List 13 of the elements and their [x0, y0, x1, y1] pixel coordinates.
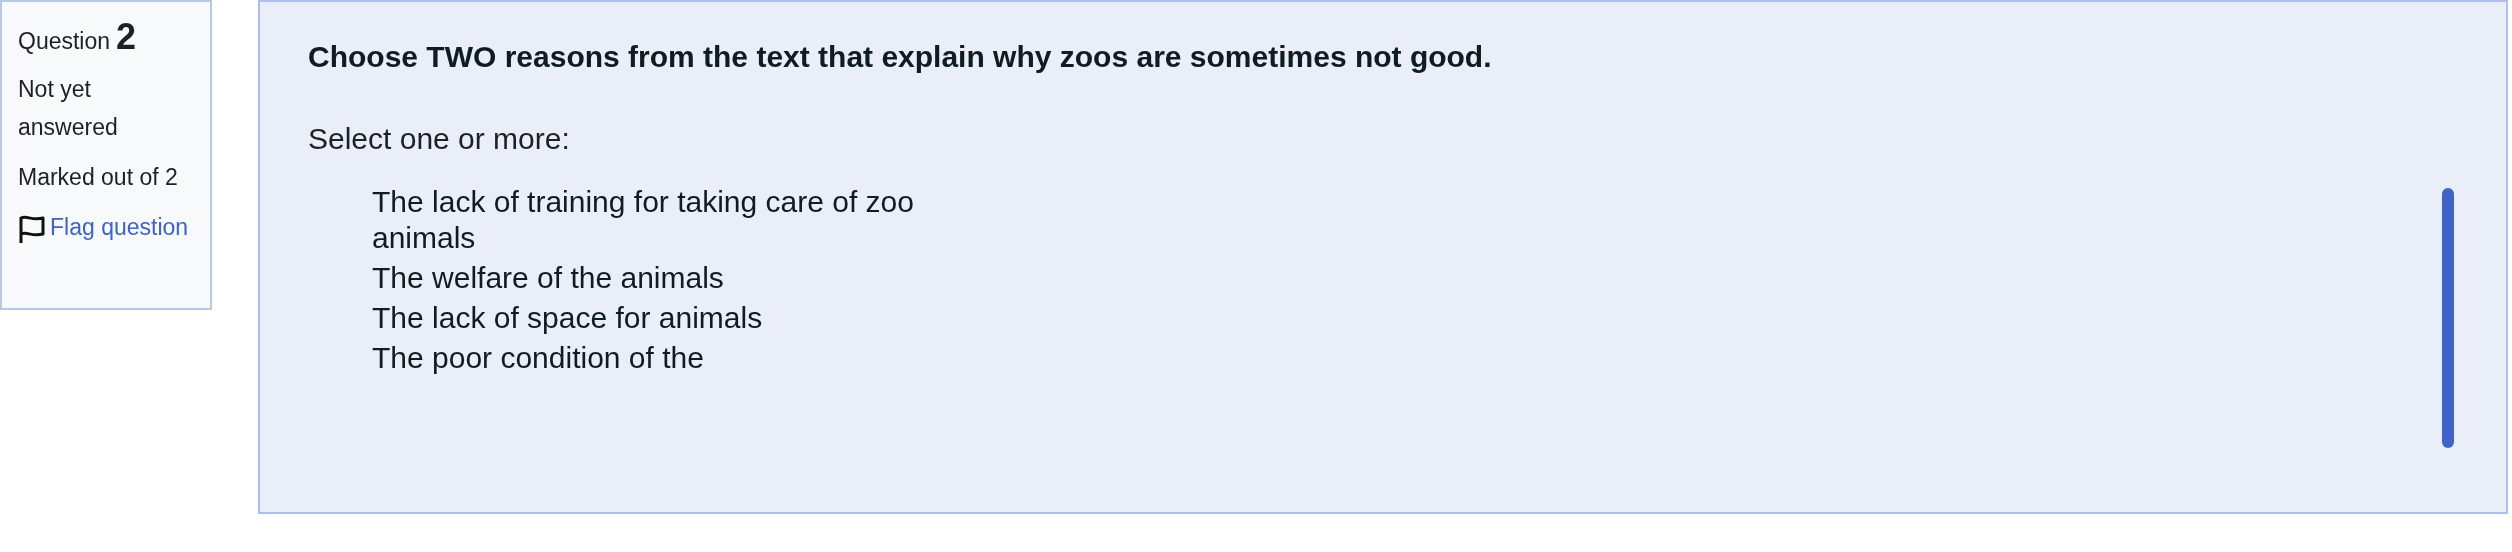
question-marks: Marked out of 2: [18, 163, 179, 192]
flag-icon[interactable]: [18, 214, 46, 244]
answer-option[interactable]: The lack of training for taking care of zoo animals: [372, 184, 992, 256]
flag-question-link[interactable]: Flag question: [50, 208, 189, 246]
answer-option[interactable]: The welfare of the animals: [372, 260, 992, 296]
question-status: Not yet answered: [18, 75, 119, 142]
answer-option[interactable]: The poor condition of the: [372, 340, 992, 376]
answer-option[interactable]: The lack of space for animals: [372, 300, 992, 336]
question-label: Question: [18, 28, 111, 55]
answer-instruction: Select one or more:: [308, 122, 571, 156]
scrollbar-thumb[interactable]: [2442, 188, 2454, 448]
question-number: 2: [116, 16, 137, 58]
question-prompt: Choose TWO reasons from the text that explain why zoos are sometimes not good.: [308, 40, 1493, 74]
